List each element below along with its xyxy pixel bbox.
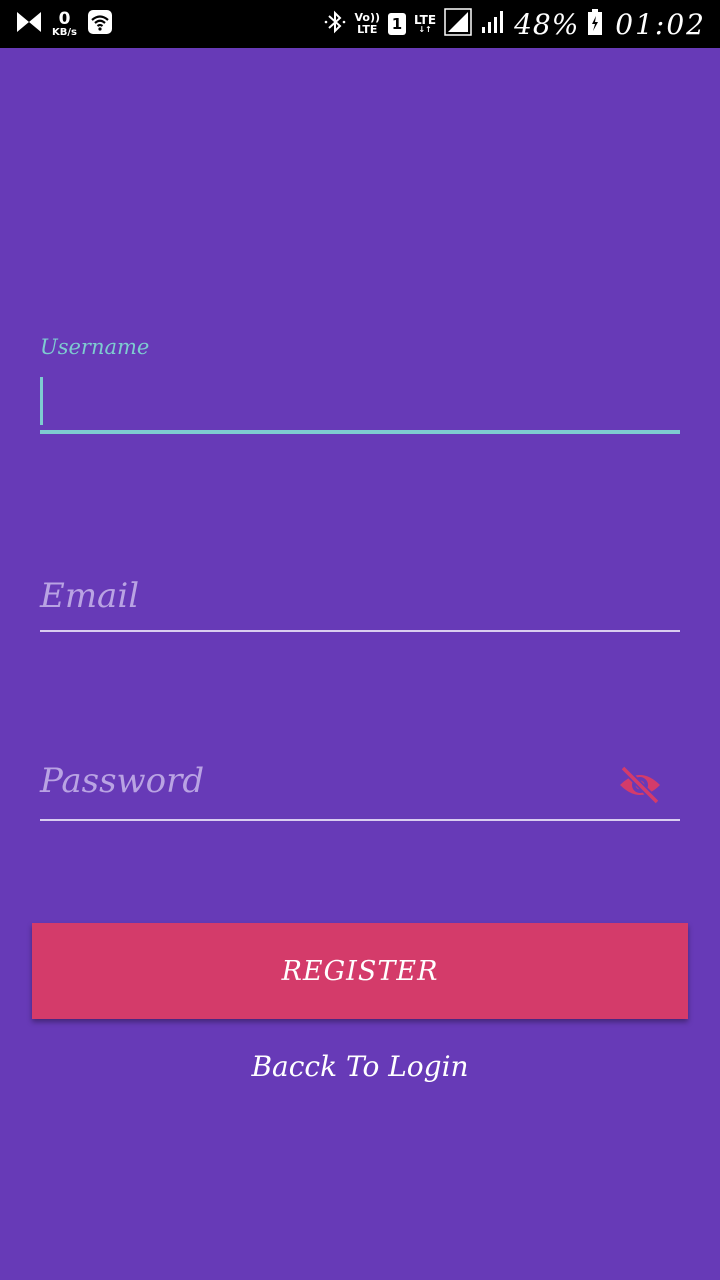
- battery-percent: 48%: [514, 7, 580, 41]
- password-underline: [40, 819, 680, 821]
- signal-icon: [444, 8, 472, 40]
- notification-bowtie-icon: [16, 11, 42, 37]
- username-label: Username: [40, 335, 150, 359]
- email-placeholder: Email: [40, 576, 140, 616]
- email-field[interactable]: Email: [40, 570, 680, 632]
- lte-indicator: LTE ↓↑: [414, 14, 436, 34]
- signal-icon: [480, 9, 506, 39]
- network-speed-value: 0: [58, 8, 71, 29]
- volte-bottom-label: LTE: [357, 23, 378, 36]
- lte-arrows: ↓↑: [418, 25, 432, 34]
- volte-indicator: Vo)) LTE: [354, 12, 380, 35]
- sim-slot-badge: 1: [388, 13, 407, 35]
- battery-icon: [587, 8, 603, 40]
- bluetooth-icon: [324, 9, 346, 39]
- clock: 01:02: [615, 7, 706, 41]
- wifi-icon: [87, 9, 113, 39]
- network-speed-unit: KB/s: [52, 26, 77, 38]
- text-cursor: [40, 377, 43, 425]
- email-underline: [40, 630, 680, 632]
- username-field[interactable]: [40, 372, 680, 434]
- password-visibility-toggle[interactable]: [616, 765, 664, 809]
- network-speed: 0 KB/s: [52, 8, 77, 38]
- username-underline: [40, 430, 680, 434]
- back-to-login-link[interactable]: Bacck To Login: [0, 1050, 720, 1083]
- status-bar: 0 KB/s Vo)) LTE 1 LTE ↓↑ 48% 01:02: [0, 0, 720, 48]
- register-button[interactable]: REGISTER: [32, 923, 688, 1019]
- eye-off-icon: [617, 765, 663, 809]
- password-placeholder: Password: [40, 761, 205, 801]
- password-field[interactable]: Password: [40, 755, 680, 821]
